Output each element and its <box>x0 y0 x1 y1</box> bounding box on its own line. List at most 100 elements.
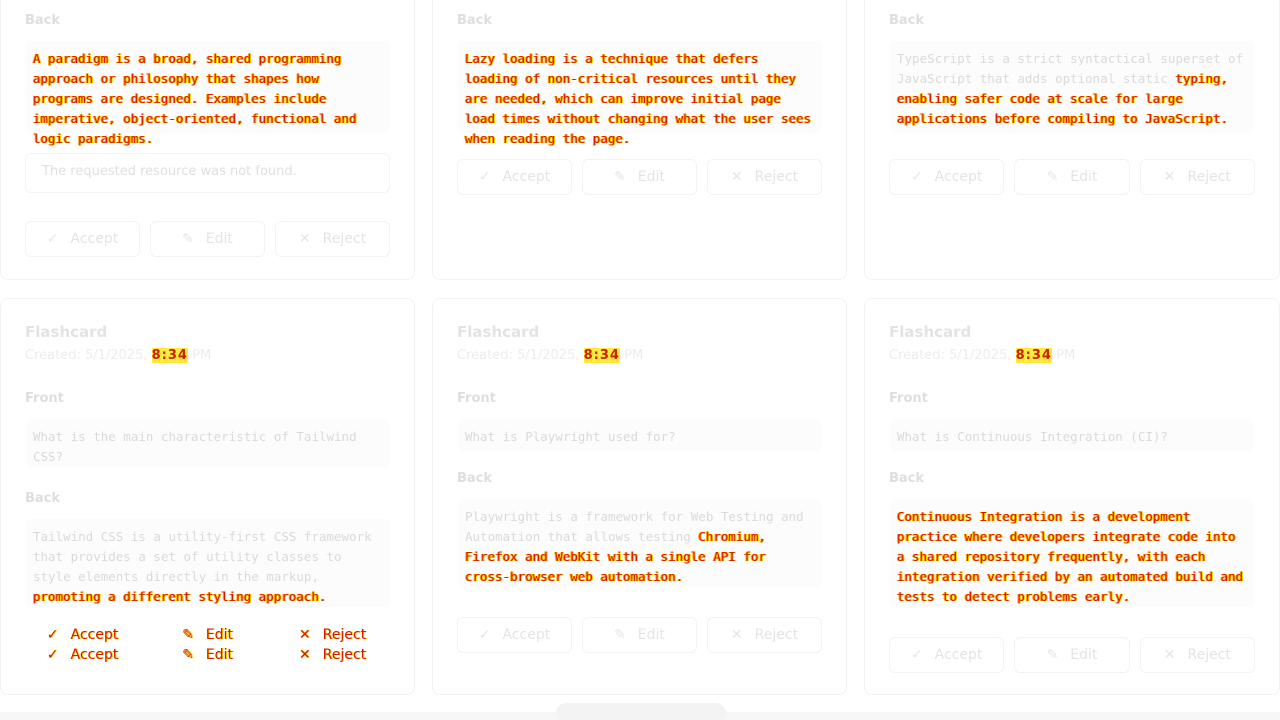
edit-button[interactable]: ✎ Edit <box>150 645 265 665</box>
accept-label: Accept <box>70 647 119 663</box>
flashcard-card: Flashcard Created: 5/1/2025, 8:34 PM Fro… <box>864 298 1280 695</box>
accept-label: Accept <box>70 627 119 643</box>
back-text[interactable]: A paradigm is a broad, shared programmin… <box>25 41 390 146</box>
accept-button[interactable]: ✓ Accept <box>457 617 572 653</box>
accept-button[interactable]: ✓ Accept <box>457 159 572 195</box>
back-text[interactable]: Lazy loading is a technique that defers … <box>457 41 822 146</box>
reject-button[interactable]: ✕ Reject <box>707 617 822 653</box>
close-icon: ✕ <box>298 231 311 247</box>
pencil-icon: ✎ <box>614 627 626 643</box>
reject-button[interactable]: ✕ Reject <box>275 645 390 665</box>
check-icon: ✓ <box>478 627 491 643</box>
reject-label: Reject <box>322 231 367 247</box>
reject-label: Reject <box>322 627 367 643</box>
edit-button[interactable]: ✎ Edit <box>1014 637 1130 673</box>
created-suffix: PM <box>619 348 644 363</box>
pencil-icon: ✎ <box>1046 647 1059 663</box>
created-prefix: Created: 5/1/2025, <box>25 348 152 363</box>
front-text[interactable]: What is Playwright used for? <box>457 419 822 451</box>
front-label: Front <box>889 391 928 406</box>
pencil-icon: ✎ <box>182 627 194 643</box>
close-icon: ✕ <box>298 627 311 643</box>
accept-label: Accept <box>502 627 551 643</box>
pencil-icon: ✎ <box>182 231 194 247</box>
back-text-highlight: promoting a different styling approach. <box>33 589 327 604</box>
accept-label: Accept <box>934 647 983 663</box>
reject-label: Reject <box>1187 169 1231 185</box>
close-icon: ✕ <box>1163 169 1176 185</box>
edit-button[interactable]: ✎ Edit <box>150 221 265 257</box>
reject-button[interactable]: ✕ Reject <box>1139 159 1255 195</box>
card-actions: ✓ Accept ✎ Edit ✕ Reject <box>889 637 1255 673</box>
edit-button[interactable]: ✎ Edit <box>582 159 697 195</box>
accept-button[interactable]: ✓ Accept <box>25 221 140 257</box>
bottom-toolbar[interactable] <box>556 703 726 720</box>
created-time: 8:34 <box>1015 348 1052 363</box>
created-prefix: Created: 5/1/2025, <box>889 348 1016 363</box>
edit-label: Edit <box>637 627 665 643</box>
check-icon: ✓ <box>910 647 923 663</box>
close-icon: ✕ <box>730 627 743 643</box>
front-text[interactable]: What is the main characteristic of Tailw… <box>25 419 390 467</box>
back-text[interactable]: Continuous Integration is a development … <box>889 499 1255 607</box>
flashcard-card: Back TypeScript is a strict syntactical … <box>864 0 1280 280</box>
card-actions: ✓ Accept ✎ Edit ✕ Reject <box>25 221 390 257</box>
edit-label: Edit <box>637 169 665 185</box>
accept-button[interactable]: ✓ Accept <box>25 645 140 665</box>
reject-label: Reject <box>322 647 367 663</box>
pencil-icon: ✎ <box>614 169 626 185</box>
back-label: Back <box>457 471 493 486</box>
accept-button[interactable]: ✓ Accept <box>25 625 140 645</box>
card-actions: ✓ Accept ✎ Edit ✕ Reject <box>457 159 822 195</box>
flashcard-card: Flashcard Created: 5/1/2025, 8:34 PM Fro… <box>432 298 847 695</box>
edit-label: Edit <box>205 231 233 247</box>
accept-label: Accept <box>502 169 551 185</box>
reject-label: Reject <box>1187 647 1231 663</box>
reject-button[interactable]: ✕ Reject <box>1139 637 1255 673</box>
flashcard-card: Flashcard Created: 5/1/2025, 8:34 PM Fro… <box>0 298 415 695</box>
flashcard-card: Back Lazy loading is a technique that de… <box>432 0 847 280</box>
created-timestamp: Created: 5/1/2025, 8:34 PM <box>889 348 1075 363</box>
created-suffix: PM <box>1051 348 1076 363</box>
edit-button[interactable]: ✎ Edit <box>150 625 265 645</box>
front-label: Front <box>457 391 496 406</box>
flashcard-card: Back A paradigm is a broad, shared progr… <box>0 0 415 280</box>
back-label: Back <box>457 13 493 28</box>
card-title: Flashcard <box>457 323 540 341</box>
edit-button[interactable]: ✎ Edit <box>1014 159 1130 195</box>
back-label: Back <box>889 471 925 486</box>
created-time: 8:34 <box>583 348 620 363</box>
back-text[interactable]: TypeScript is a strict syntactical super… <box>889 41 1255 133</box>
card-title: Flashcard <box>889 323 972 341</box>
pencil-icon: ✎ <box>182 647 194 663</box>
created-suffix: PM <box>187 348 212 363</box>
accept-label: Accept <box>70 231 119 247</box>
error-message: The requested resource was not found. <box>25 153 390 193</box>
back-text[interactable]: Tailwind CSS is a utility-first CSS fram… <box>25 519 390 607</box>
front-label: Front <box>25 391 64 406</box>
flashcard-review-grid: Back A paradigm is a broad, shared progr… <box>0 0 1280 720</box>
accept-button[interactable]: ✓ Accept <box>889 637 1005 673</box>
front-text[interactable]: What is Continuous Integration (CI)? <box>889 419 1255 451</box>
pencil-icon: ✎ <box>1046 169 1059 185</box>
close-icon: ✕ <box>730 169 743 185</box>
reject-label: Reject <box>754 169 799 185</box>
back-label: Back <box>25 491 61 506</box>
close-icon: ✕ <box>298 647 311 663</box>
created-prefix: Created: 5/1/2025, <box>457 348 584 363</box>
edit-label: Edit <box>205 627 233 643</box>
back-text[interactable]: Playwright is a framework for Web Testin… <box>457 499 822 587</box>
close-icon: ✕ <box>1163 647 1176 663</box>
check-icon: ✓ <box>910 169 923 185</box>
reject-button[interactable]: ✕ Reject <box>707 159 822 195</box>
reject-button[interactable]: ✕ Reject <box>275 625 390 645</box>
edit-label: Edit <box>1070 647 1098 663</box>
accept-button[interactable]: ✓ Accept <box>889 159 1005 195</box>
reject-label: Reject <box>754 627 799 643</box>
created-timestamp: Created: 5/1/2025, 8:34 PM <box>25 348 211 363</box>
edit-label: Edit <box>205 647 233 663</box>
check-icon: ✓ <box>46 647 59 663</box>
back-label: Back <box>25 13 61 28</box>
edit-button[interactable]: ✎ Edit <box>582 617 697 653</box>
reject-button[interactable]: ✕ Reject <box>275 221 390 257</box>
